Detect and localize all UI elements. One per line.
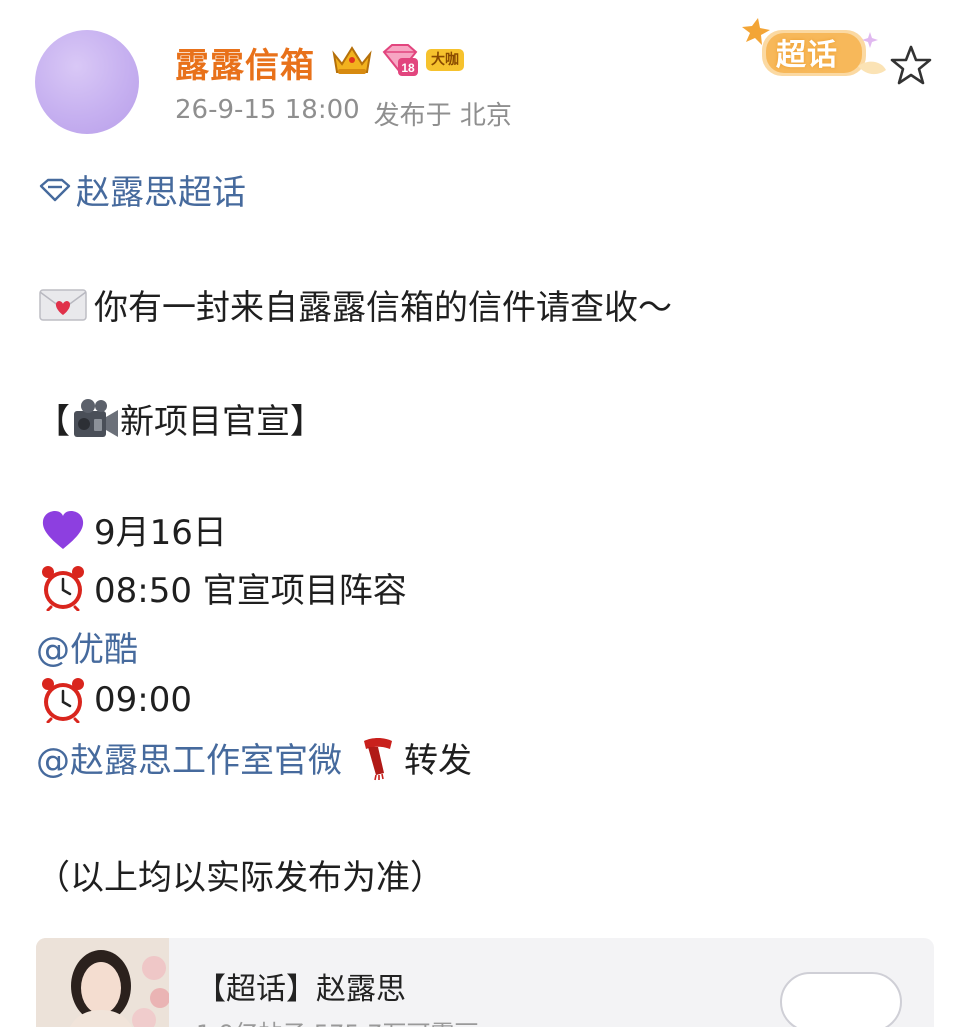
post-line-time1: 08:50 官宣项目阵容 — [36, 563, 407, 612]
gem-level-icon[interactable]: 18 — [380, 42, 420, 78]
daka-badge[interactable]: 大咖 — [426, 49, 464, 71]
project-text: 新项目官宣】 — [120, 402, 324, 442]
avatar[interactable] — [35, 30, 139, 134]
time2-text: 09:00 — [94, 680, 192, 720]
video-camera-icon — [70, 396, 120, 442]
supertopic-card[interactable]: 【超话】赵露思 1.9亿帖子 575.7万可露丽 — [36, 938, 934, 1027]
supertopic-card-title: 【超话】赵露思 — [196, 972, 406, 1007]
post-line-note: （以上均以实际发布为准） — [36, 850, 444, 899]
post-line-mail: 你有一封来自露露信箱的信件请查收～ — [36, 280, 672, 329]
project-open-bracket: 【 — [36, 402, 70, 442]
note-text: （以上均以实际发布为准） — [36, 858, 444, 898]
user-badges: 18 大咖 — [330, 42, 464, 78]
favorite-star-icon[interactable] — [890, 44, 932, 86]
mention-youku-link[interactable]: @优酷 — [36, 622, 138, 671]
alarm-clock-icon — [36, 677, 90, 723]
post-meta: 26-9-15 18:00 发布于 北京 — [175, 95, 512, 132]
alarm-clock-icon — [36, 565, 90, 611]
scarf-icon — [356, 735, 400, 781]
forward-text: 转发 — [404, 741, 472, 781]
chaohua-label: 超话 — [776, 38, 838, 73]
weibo-post-card: 露露信箱 18 大咖 26-9-15 18:00 发布于 北京 超话 赵露思超话… — [0, 0, 968, 1027]
post-line-date: 9月16日 — [36, 505, 227, 554]
supertopic-cover-image — [36, 938, 170, 1027]
mention-studio-link[interactable]: @赵露思工作室官微 — [36, 733, 342, 782]
supertopic-name: 赵露思超话 — [76, 173, 246, 213]
post-location: 发布于 北京 — [373, 101, 512, 131]
post-line-project: 【 新项目官宣】 — [36, 394, 324, 443]
supertopic-link[interactable]: 赵露思超话 — [38, 165, 246, 214]
supertopic-card-button[interactable] — [780, 972, 902, 1027]
diamond-icon — [39, 178, 71, 201]
post-line-time2: 09:00 — [36, 677, 192, 723]
purple-heart-icon — [36, 507, 90, 553]
love-letter-icon — [36, 282, 90, 328]
gem-level-text: 18 — [401, 61, 415, 75]
crown-icon[interactable] — [330, 42, 374, 78]
supertopic-card-subtitle: 1.9亿帖子 575.7万可露丽 — [196, 1014, 479, 1027]
post-timestamp: 26-9-15 18:00 — [175, 95, 360, 125]
time1-text: 08:50 官宣项目阵容 — [94, 571, 407, 611]
post-line-mention1: @优酷 — [36, 622, 138, 671]
post-line-mention2: @赵露思工作室官微 转发 — [36, 733, 472, 782]
mail-text: 你有一封来自露露信箱的信件请查收～ — [94, 288, 672, 328]
date-text: 9月16日 — [94, 513, 227, 553]
username[interactable]: 露露信箱 — [175, 38, 315, 87]
